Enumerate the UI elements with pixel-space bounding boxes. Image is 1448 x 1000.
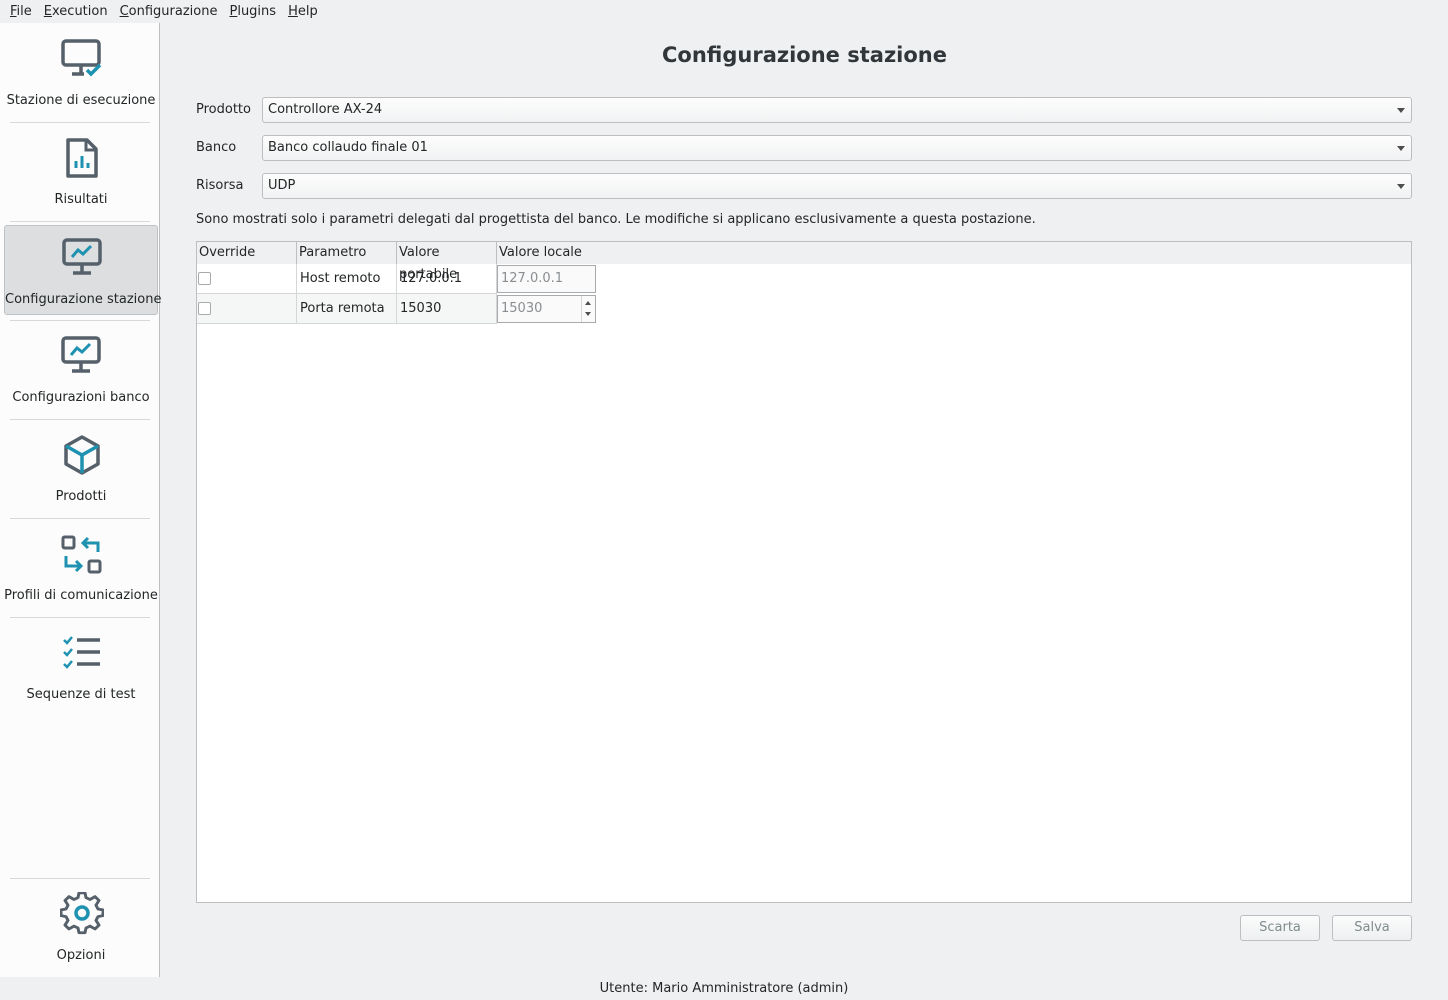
sidebar-item-prodotti[interactable]: Prodotti: [4, 423, 158, 513]
sidebar-item-label: Risultati: [54, 192, 108, 207]
override-checkbox[interactable]: [198, 302, 211, 315]
sidebar-separator: [10, 419, 150, 420]
banco-combo[interactable]: Banco collaudo finale 01: [262, 135, 1412, 161]
swap-icon: [61, 535, 102, 574]
menu-file-label: ile: [16, 3, 32, 19]
menu-help[interactable]: Help: [282, 1, 324, 23]
sidebar-item-label: Sequenze di test: [26, 687, 136, 702]
table-row: Host remoto 127.0.0.1 127.0.0.1: [197, 264, 597, 294]
menu-execution-mnemonic: E: [43, 3, 52, 19]
local-value-text: 15030: [501, 301, 543, 316]
header-parametro[interactable]: Parametro: [297, 242, 397, 264]
header-valore-locale[interactable]: Valore locale: [497, 242, 597, 264]
sidebar-item-label: Stazione di esecuzione: [6, 93, 156, 108]
chevron-down-icon: [1397, 184, 1405, 189]
spin-up-icon[interactable]: [585, 301, 591, 305]
menu-bar: File Execution Configurazione Plugins He…: [0, 0, 1448, 23]
sidebar-separator: [10, 878, 150, 879]
menu-file[interactable]: File: [4, 1, 38, 23]
override-checkbox[interactable]: [198, 272, 211, 285]
sidebar-item-label: Opzioni: [56, 948, 106, 963]
portable-value-cell: 127.0.0.1: [397, 264, 497, 294]
spin-down-icon[interactable]: [585, 312, 591, 316]
sidebar-separator: [10, 221, 150, 222]
menu-plugins[interactable]: Plugins: [223, 1, 282, 23]
monitor-chart-icon: [61, 336, 101, 373]
sidebar-item-configurazione-stazione[interactable]: Configurazione stazione: [4, 225, 162, 315]
local-value-spinbox[interactable]: 15030: [497, 295, 596, 323]
sidebar-item-label: Profili di comunicazione: [4, 588, 158, 603]
sidebar-separator: [10, 617, 150, 618]
discard-button[interactable]: Scarta: [1240, 915, 1320, 941]
gear-icon: [60, 892, 104, 935]
risorsa-combo[interactable]: UDP: [262, 173, 1412, 199]
save-button[interactable]: Salva: [1332, 915, 1412, 941]
chevron-down-icon: [1397, 146, 1405, 151]
prodotto-value: Controllore AX-24: [268, 102, 383, 117]
prodotto-combo[interactable]: Controllore AX-24: [262, 97, 1412, 123]
sidebar-item-risultati[interactable]: Risultati: [4, 126, 158, 216]
user-status: Utente: Mario Amministratore (admin): [599, 981, 849, 996]
menu-configurazione-label: onfigurazione: [128, 3, 218, 19]
sidebar-item-label: Configurazione stazione: [5, 292, 162, 307]
prodotto-label: Prodotto: [196, 102, 251, 117]
menu-execution[interactable]: Execution: [38, 1, 114, 23]
status-bar: Utente: Mario Amministratore (admin): [0, 977, 1448, 1000]
table-header: Override Parametro Valore portabile Valo…: [197, 242, 1411, 282]
local-value-input[interactable]: 127.0.0.1: [497, 265, 596, 293]
parameter-cell: Porta remota: [297, 294, 397, 324]
portable-value-cell: 15030: [397, 294, 497, 324]
sidebar-item-opzioni[interactable]: Opzioni: [4, 882, 158, 972]
menu-help-mnemonic: H: [288, 3, 298, 19]
sidebar: Stazione di esecuzione Risultati Configu…: [0, 23, 162, 977]
sidebar-separator: [10, 122, 150, 123]
sidebar-item-label: Configurazioni banco: [12, 390, 150, 405]
table-row: Porta remota 15030 15030: [197, 294, 597, 324]
sidebar-item-configurazioni-banco[interactable]: Configurazioni banco: [4, 324, 158, 414]
main-panel: Configurazione stazione Prodotto Control…: [161, 23, 1448, 977]
sidebar-item-sequenze-test[interactable]: Sequenze di test: [4, 621, 158, 711]
banco-label: Banco: [196, 140, 237, 155]
sidebar-item-label: Prodotti: [55, 489, 107, 504]
header-override[interactable]: Override: [197, 242, 297, 264]
sidebar-separator: [10, 320, 150, 321]
page-title: Configurazione stazione: [662, 43, 947, 67]
sidebar-item-stazione-esecuzione[interactable]: Stazione di esecuzione: [4, 27, 158, 117]
menu-configurazione-mnemonic: C: [119, 3, 129, 19]
sidebar-item-profili-comunicazione[interactable]: Profili di comunicazione: [4, 522, 158, 612]
delegation-note: Sono mostrati solo i parametri delegati …: [196, 212, 1036, 227]
menu-configurazione[interactable]: Configurazione: [114, 1, 224, 23]
parameter-cell: Host remoto: [297, 264, 397, 294]
chevron-down-icon: [1397, 108, 1405, 113]
menu-execution-label: xecution: [52, 3, 108, 19]
menu-plugins-label: lugins: [237, 3, 277, 19]
risorsa-value: UDP: [268, 178, 296, 193]
spinbox-buttons[interactable]: [581, 296, 595, 322]
sidebar-separator: [10, 518, 150, 519]
monitor-chart-icon: [62, 238, 102, 275]
header-valore-portabile[interactable]: Valore portabile: [397, 242, 497, 282]
checklist-icon: [63, 636, 100, 669]
override-cell: [197, 264, 297, 294]
risorsa-label: Risorsa: [196, 178, 244, 193]
override-cell: [197, 294, 297, 324]
banco-value: Banco collaudo finale 01: [268, 140, 428, 155]
local-value-text: 127.0.0.1: [501, 271, 564, 286]
parameters-table: Override Parametro Valore portabile Valo…: [196, 241, 1412, 903]
monitor-check-icon: [61, 39, 102, 77]
menu-help-label: elp: [297, 3, 318, 19]
report-icon: [66, 138, 98, 178]
cube-icon: [64, 435, 100, 475]
